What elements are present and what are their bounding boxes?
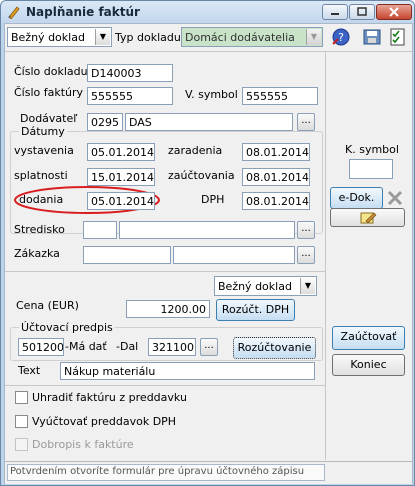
help-icon: ? <box>332 28 350 46</box>
dph-label: DPH <box>201 193 225 206</box>
doc-type-label: Typ dokladu <box>115 31 181 44</box>
rozuctovanie-button[interactable]: Rozúčtovanie <box>233 337 316 359</box>
supplier-type-select[interactable]: Domáci dodávatelia ▼ <box>181 27 323 47</box>
cislo-dokladu-label: Číslo dokladu <box>14 65 88 78</box>
divider <box>5 271 325 272</box>
ma-dat-account-field[interactable]: 501200 <box>18 338 64 356</box>
title-bar[interactable]: Naplňanie faktúr <box>1 1 414 23</box>
dal-label: -Dal <box>116 340 139 353</box>
zakazka-browse-button[interactable]: ... <box>297 246 315 264</box>
stredisko-label: Stredisko <box>14 223 65 236</box>
dodavatel-code-field[interactable]: 0295 <box>87 113 123 131</box>
help-button[interactable]: ? <box>329 26 353 48</box>
dodavatel-browse-button[interactable]: ... <box>297 113 315 131</box>
remove-edok-button[interactable] <box>385 188 405 208</box>
dobropis-checkbox[interactable] <box>15 438 28 451</box>
svg-text:?: ? <box>338 31 344 44</box>
vyuctovat-checkbox[interactable] <box>15 415 28 428</box>
form-area: Bežný doklad ▼ Typ dokladu Domáci dodáva… <box>4 23 413 484</box>
status-text: Potvrdením otvoríte formulár pre úpravu … <box>10 466 305 477</box>
save-button[interactable] <box>360 26 384 48</box>
cena-label: Cena (EUR) <box>16 299 79 312</box>
maximize-icon <box>357 7 367 16</box>
doc-type-select[interactable]: Bežný doklad ▼ <box>7 27 112 47</box>
doc-type-value: Bežný doklad <box>11 31 85 44</box>
rozuct-dph-button[interactable]: Rozúčt. DPH <box>216 299 295 321</box>
dobropis-label: Dobropis k faktúre <box>32 438 134 451</box>
status-panel: Potvrdením otvoríte formulár pre úpravu … <box>7 464 325 481</box>
pen-icon <box>8 6 20 19</box>
edit-note-button[interactable] <box>330 208 405 227</box>
save-icon <box>363 29 381 45</box>
vystavenia-label: vystavenia <box>14 144 74 157</box>
v-symbol-label: V. symbol <box>185 88 238 101</box>
dph-date-field[interactable]: 08.01.2014 <box>242 192 310 210</box>
chevron-down-icon[interactable]: ▼ <box>300 278 315 294</box>
zakazka-label: Zákazka <box>14 247 60 260</box>
dodavatel-name-field[interactable]: DAS <box>125 113 293 131</box>
k-symbol-label: K. symbol <box>345 143 399 156</box>
dodania-date-field[interactable]: 05.01.2014 <box>87 192 155 210</box>
uhradit-checkbox[interactable] <box>15 391 28 404</box>
maximize-button[interactable] <box>349 4 375 20</box>
edok-button[interactable]: e-Dok. <box>330 187 383 209</box>
vystavenia-date-field[interactable]: 05.01.2014 <box>87 143 155 161</box>
window: Naplňanie faktúr Bežný doklad ▼ Typ dokl… <box>0 0 415 486</box>
stredisko-code-field[interactable] <box>83 221 117 239</box>
account-browse-button[interactable]: ... <box>200 338 218 356</box>
divider <box>5 385 325 386</box>
close-icon <box>389 7 399 17</box>
dal-account-field[interactable]: 321100 <box>148 338 196 356</box>
checklist-icon <box>390 28 405 46</box>
divider <box>325 51 326 460</box>
divider <box>5 51 412 52</box>
dodavatel-label: Dodávateľ <box>20 112 78 125</box>
close-button[interactable] <box>376 4 412 20</box>
zauctovania-label: zaúčtovania <box>168 169 235 182</box>
cislo-faktury-field[interactable]: 555555 <box>87 87 173 105</box>
chevron-down-icon[interactable]: ▼ <box>306 29 321 45</box>
doc-type-2-select[interactable]: Bežný doklad ▼ <box>214 276 317 296</box>
datumy-label: Dátumy <box>19 125 67 138</box>
doc-type-2-value: Bežný doklad <box>218 280 292 293</box>
chevron-down-icon[interactable]: ▼ <box>95 29 110 45</box>
cislo-dokladu-field[interactable]: D140003 <box>87 64 173 82</box>
zakazka-code-field[interactable] <box>83 246 171 264</box>
status-bar: Potvrdením otvoríte formulár pre úpravu … <box>5 461 412 484</box>
splatnosti-label: splatnosti <box>14 169 68 182</box>
k-symbol-field[interactable] <box>349 159 393 179</box>
zaradenia-label: zaradenia <box>168 144 223 157</box>
window-title: Naplňanie faktúr <box>26 5 140 19</box>
checklist-button[interactable] <box>387 26 409 48</box>
minimize-icon <box>331 13 339 15</box>
text-field[interactable]: Nákup materiálu <box>60 362 315 380</box>
stredisko-browse-button[interactable]: ... <box>297 221 315 239</box>
koniec-button[interactable]: Koniec <box>332 354 405 376</box>
cislo-faktury-label: Číslo faktúry <box>14 86 84 99</box>
minimize-button[interactable] <box>322 4 348 20</box>
pencil-note-icon <box>360 212 376 224</box>
zauctovania-date-field[interactable]: 08.01.2014 <box>242 168 310 186</box>
supplier-type-value: Domáci dodávatelia <box>185 31 295 44</box>
v-symbol-field[interactable]: 555555 <box>242 87 318 105</box>
uhradit-label: Uhradiť faktúru z preddavku <box>32 391 187 404</box>
dodania-label: dodania <box>19 193 64 206</box>
ma-dat-label: -Má dať <box>65 340 107 353</box>
text-label: Text <box>18 364 41 377</box>
uctovaci-predpis-label: Účtovací predpis <box>19 321 115 334</box>
stredisko-name-field[interactable] <box>119 221 295 239</box>
zaradenia-date-field[interactable]: 08.01.2014 <box>242 143 310 161</box>
zauctovat-button[interactable]: Zaúčtovať <box>332 326 405 350</box>
vyuctovat-label: Vyúčtovať preddavok DPH <box>32 415 177 428</box>
cena-field[interactable]: 1200.00 <box>126 300 210 318</box>
zakazka-name-field[interactable] <box>173 246 295 264</box>
x-icon <box>387 190 403 206</box>
